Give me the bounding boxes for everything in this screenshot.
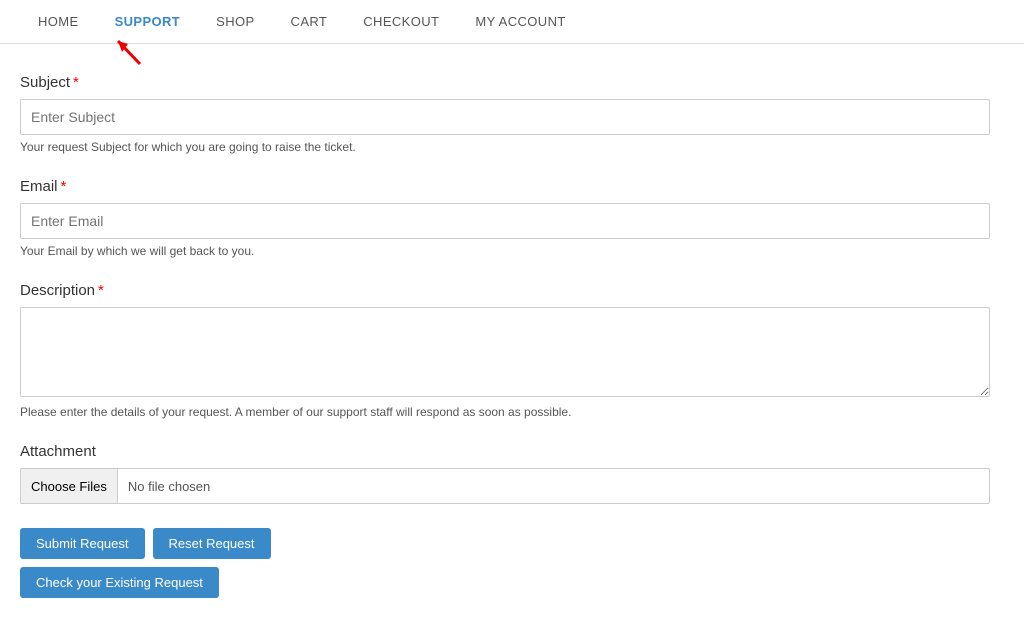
description-required-star: * <box>98 282 104 299</box>
subject-label: Subject* <box>20 74 990 91</box>
file-input-wrapper: Choose Files No file chosen <box>20 468 990 504</box>
description-textarea[interactable] <box>20 307 990 397</box>
btn-row-top: Submit Request Reset Request <box>20 528 271 559</box>
nav-item-shop[interactable]: SHOP <box>198 0 272 44</box>
attachment-label: Attachment <box>20 443 990 460</box>
email-required-star: * <box>61 178 67 195</box>
check-existing-request-button[interactable]: Check your Existing Request <box>20 567 219 598</box>
reset-request-button[interactable]: Reset Request <box>153 528 271 559</box>
subject-hint: Your request Subject for which you are g… <box>20 140 990 154</box>
description-group: Description* Please enter the details of… <box>20 282 990 419</box>
email-group: Email* Your Email by which we will get b… <box>20 178 990 258</box>
description-hint: Please enter the details of your request… <box>20 405 990 419</box>
email-hint: Your Email by which we will get back to … <box>20 244 990 258</box>
no-file-chosen-text: No file chosen <box>118 479 989 494</box>
main-nav: HOME SUPPORT SHOP CART CHECKOUT MY ACCOU… <box>0 0 1024 44</box>
subject-group: Subject* Your request Subject for which … <box>20 74 990 154</box>
description-label: Description* <box>20 282 990 299</box>
nav-item-checkout[interactable]: CHECKOUT <box>345 0 457 44</box>
email-input[interactable] <box>20 203 990 239</box>
email-label: Email* <box>20 178 990 195</box>
nav-item-home[interactable]: HOME <box>20 0 97 44</box>
submit-request-button[interactable]: Submit Request <box>20 528 145 559</box>
form-buttons: Submit Request Reset Request Check your … <box>20 528 990 598</box>
subject-input[interactable] <box>20 99 990 135</box>
subject-required-star: * <box>73 74 79 91</box>
arrow-icon <box>110 36 150 66</box>
main-content: Subject* Your request Subject for which … <box>0 44 1010 628</box>
nav-item-cart[interactable]: CART <box>273 0 346 44</box>
attachment-group: Attachment Choose Files No file chosen <box>20 443 990 504</box>
nav-item-my-account[interactable]: MY ACCOUNT <box>457 0 583 44</box>
choose-files-button[interactable]: Choose Files <box>21 469 118 503</box>
